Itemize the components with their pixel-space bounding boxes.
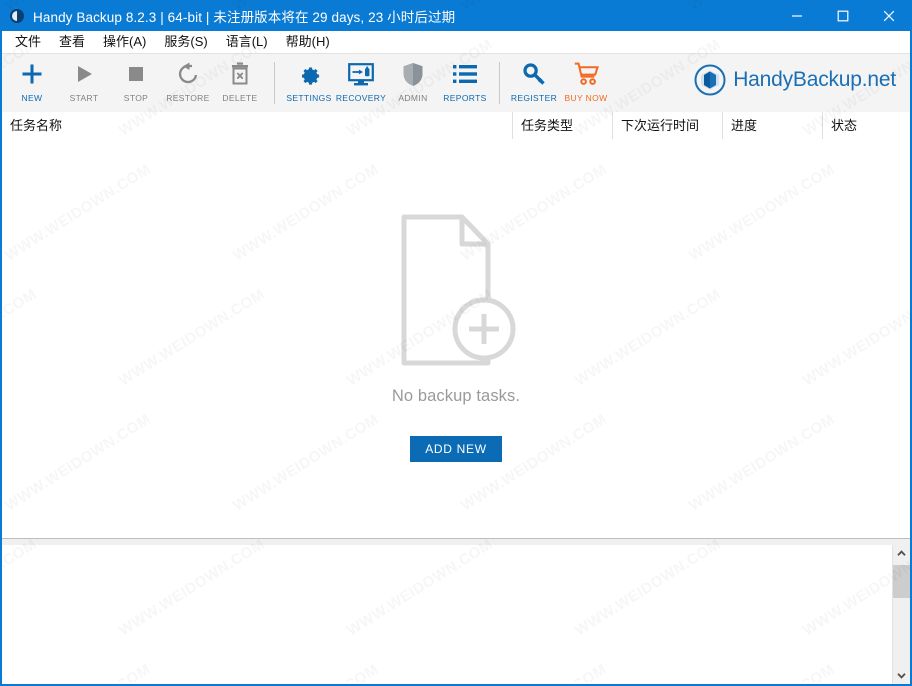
menu-item-file[interactable]: 文件 bbox=[6, 31, 50, 53]
handy-backup-logo-icon bbox=[10, 8, 24, 23]
handybackup-brand-icon bbox=[694, 64, 726, 96]
menu-item-language[interactable]: 语言(L) bbox=[217, 31, 277, 53]
maximize-icon[interactable] bbox=[820, 0, 866, 31]
restore-arrow-icon bbox=[176, 61, 200, 87]
list-icon bbox=[453, 61, 477, 87]
toolbar-button-settings[interactable]: SETTINGS bbox=[283, 54, 335, 110]
toolbar-label-stop: STOP bbox=[123, 93, 149, 103]
shield-icon bbox=[402, 61, 424, 87]
menu-item-help[interactable]: 帮助(H) bbox=[277, 31, 339, 53]
minimize-icon[interactable] bbox=[774, 0, 820, 31]
toolbar-button-admin[interactable]: ADMIN bbox=[387, 54, 439, 110]
key-icon bbox=[522, 61, 546, 87]
empty-state-message: No backup tasks. bbox=[391, 387, 521, 405]
menu-item-operations[interactable]: 操作(A) bbox=[94, 31, 155, 53]
toolbar-button-restore[interactable]: RESTORE bbox=[162, 54, 214, 110]
toolbar-button-recovery[interactable]: RECOVERY bbox=[335, 54, 387, 110]
task-list-area: No backup tasks. ADD NEW bbox=[2, 139, 910, 538]
toolbar-label-recovery: RECOVERY bbox=[335, 93, 387, 103]
application-window: Handy Backup 8.2.3 | 64-bit | 未注册版本将在 29… bbox=[0, 0, 912, 686]
empty-state: No backup tasks. ADD NEW bbox=[2, 211, 910, 462]
toolbar-label-new: NEW bbox=[21, 93, 43, 103]
toolbar-button-start[interactable]: START bbox=[58, 54, 110, 110]
title-bar[interactable]: Handy Backup 8.2.3 | 64-bit | 未注册版本将在 29… bbox=[2, 0, 910, 31]
column-header-status[interactable]: 状态 bbox=[822, 112, 910, 139]
document-add-icon bbox=[396, 211, 516, 369]
stop-square-icon bbox=[125, 61, 147, 87]
brand-logo[interactable]: HandyBackup.net bbox=[694, 64, 896, 96]
trash-icon bbox=[229, 61, 251, 87]
gear-icon bbox=[297, 61, 322, 87]
column-header-next-run-time[interactable]: 下次运行时间 bbox=[612, 112, 722, 139]
toolbar-button-delete[interactable]: DELETE bbox=[214, 54, 266, 110]
monitor-recovery-icon bbox=[348, 61, 374, 87]
chevron-down-icon[interactable] bbox=[893, 667, 910, 684]
toolbar-label-admin: ADMIN bbox=[398, 93, 428, 103]
log-panel[interactable] bbox=[2, 545, 910, 684]
column-header-task-name[interactable]: 任务名称 bbox=[2, 112, 512, 139]
scrollbar-thumb[interactable] bbox=[893, 565, 910, 598]
toolbar-label-register: REGISTER bbox=[510, 93, 558, 103]
toolbar-label-settings: SETTINGS bbox=[286, 93, 332, 103]
column-header-progress[interactable]: 进度 bbox=[722, 112, 822, 139]
toolbar-button-stop[interactable]: STOP bbox=[110, 54, 162, 110]
log-panel-scrollbar[interactable] bbox=[892, 545, 910, 684]
toolbar-button-buy-now[interactable]: BUY NOW bbox=[560, 54, 612, 110]
toolbar: NEW START STOP RESTORE DELETE SETTINGS R… bbox=[2, 53, 910, 113]
brand-logo-text: HandyBackup.net bbox=[733, 68, 896, 91]
toolbar-label-delete: DELETE bbox=[222, 93, 258, 103]
toolbar-label-reports: REPORTS bbox=[443, 93, 487, 103]
play-icon bbox=[73, 61, 95, 87]
menu-item-view[interactable]: 查看 bbox=[50, 31, 94, 53]
toolbar-button-new[interactable]: NEW bbox=[6, 54, 58, 110]
menu-item-services[interactable]: 服务(S) bbox=[155, 31, 216, 53]
toolbar-separator-1 bbox=[274, 62, 275, 104]
task-table-header: 任务名称 任务类型 下次运行时间 进度 状态 bbox=[2, 112, 910, 140]
add-new-button[interactable]: ADD NEW bbox=[410, 436, 502, 462]
menu-bar: 文件 查看 操作(A) 服务(S) 语言(L) 帮助(H) bbox=[2, 31, 910, 53]
window-controls bbox=[774, 0, 910, 31]
toolbar-label-restore: RESTORE bbox=[166, 93, 210, 103]
toolbar-label-buy-now: BUY NOW bbox=[564, 93, 608, 103]
window-title: Handy Backup 8.2.3 | 64-bit | 未注册版本将在 29… bbox=[33, 9, 456, 25]
shopping-cart-icon bbox=[574, 61, 599, 87]
close-icon[interactable] bbox=[866, 0, 910, 31]
toolbar-separator-2 bbox=[499, 62, 500, 104]
toolbar-label-start: START bbox=[69, 93, 99, 103]
toolbar-button-reports[interactable]: REPORTS bbox=[439, 54, 491, 110]
toolbar-button-register[interactable]: REGISTER bbox=[508, 54, 560, 110]
plus-icon bbox=[20, 61, 44, 87]
column-header-task-type[interactable]: 任务类型 bbox=[512, 112, 612, 139]
chevron-up-icon[interactable] bbox=[893, 545, 910, 562]
